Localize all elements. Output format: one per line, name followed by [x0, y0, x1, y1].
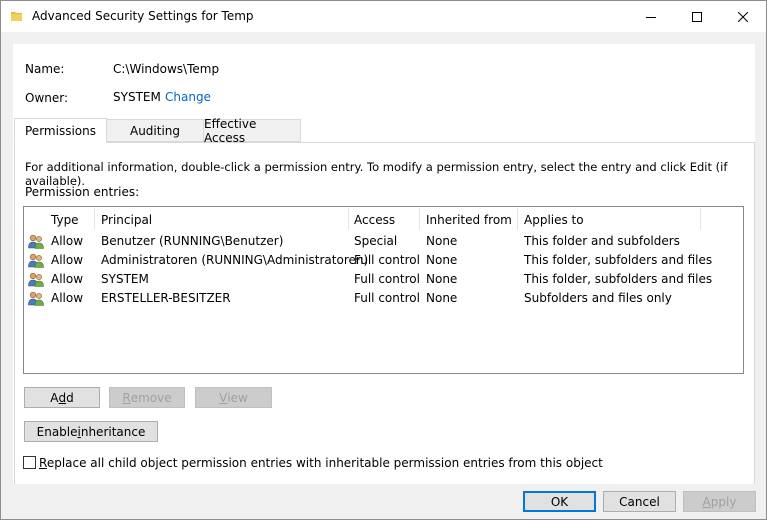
column-separator[interactable]	[348, 208, 349, 230]
row-access: Full control	[354, 272, 420, 286]
folder-icon	[11, 12, 22, 21]
column-separator[interactable]	[700, 208, 701, 230]
row-applies-to: Subfolders and files only	[524, 291, 672, 305]
row-applies-to: This folder, subfolders and files	[524, 272, 713, 286]
remove-button[interactable]: Remove	[109, 387, 185, 408]
minimize-icon	[646, 16, 656, 18]
column-access-header[interactable]: Access	[354, 213, 395, 227]
close-button[interactable]	[720, 1, 766, 32]
row-inherited-from: None	[426, 253, 458, 267]
column-inherited-header[interactable]: Inherited from	[426, 213, 512, 227]
change-owner-link[interactable]: Change	[165, 90, 211, 104]
enable-inheritance-button[interactable]: Enable i nheritance	[24, 421, 158, 442]
row-access: Full control	[354, 291, 420, 305]
owner-label: Owner:	[25, 91, 69, 105]
row-type: Allow	[51, 291, 84, 305]
row-type: Allow	[51, 234, 84, 248]
permission-row[interactable]: Allow SYSTEM Full control None This fold…	[24, 270, 743, 289]
users-icon	[28, 234, 44, 249]
users-icon	[28, 272, 44, 287]
row-access: Full control	[354, 253, 420, 267]
permission-row[interactable]: Allow Benutzer (RUNNING\Benutzer) Specia…	[24, 232, 743, 251]
owner-value: SYSTEM	[113, 90, 161, 104]
cancel-button[interactable]: Cancel	[603, 491, 676, 512]
column-principal-header[interactable]: Principal	[101, 213, 152, 227]
tab-auditing[interactable]: Auditing	[106, 119, 204, 142]
apply-button[interactable]: Apply	[683, 491, 756, 512]
row-principal: SYSTEM	[101, 272, 149, 286]
row-inherited-from: None	[426, 234, 458, 248]
name-value: C:\Windows\Temp	[113, 62, 220, 76]
row-type: Allow	[51, 253, 84, 267]
column-type-header[interactable]: Type	[51, 213, 79, 227]
row-applies-to: This folder, subfolders and files	[524, 253, 713, 267]
minimize-button[interactable]	[628, 1, 674, 32]
add-button[interactable]: Add	[24, 387, 100, 408]
row-inherited-from: None	[426, 291, 458, 305]
column-applies-header[interactable]: Applies to	[524, 213, 584, 227]
row-type: Allow	[51, 272, 84, 286]
ok-button[interactable]: OK	[523, 491, 596, 512]
permission-entries-label: Permission entries:	[25, 185, 140, 199]
maximize-button[interactable]	[674, 1, 720, 32]
replace-child-permissions-label[interactable]: Replace all child object permission entr…	[39, 456, 603, 470]
view-button[interactable]: View	[195, 387, 272, 408]
column-separator[interactable]	[94, 208, 95, 230]
column-separator[interactable]	[419, 208, 420, 230]
users-icon	[28, 253, 44, 268]
row-principal: Benutzer (RUNNING\Benutzer)	[101, 234, 284, 248]
row-inherited-from: None	[426, 272, 458, 286]
info-text: For additional information, double-click…	[25, 160, 728, 188]
maximize-icon	[692, 11, 702, 22]
row-principal: ERSTELLER-BESITZER	[101, 291, 231, 305]
permission-row[interactable]: Allow Administratoren (RUNNING\Administr…	[24, 251, 743, 270]
row-access: Special	[354, 234, 398, 248]
row-applies-to: This folder and subfolders	[524, 234, 680, 248]
column-separator[interactable]	[517, 208, 518, 230]
security-settings-window: Advanced Security Settings for Temp Name…	[0, 0, 767, 520]
users-icon	[28, 291, 44, 306]
name-label: Name:	[25, 62, 65, 76]
close-icon	[738, 11, 748, 22]
tab-effective-access[interactable]: Effective Access	[203, 117, 301, 145]
window-title: Advanced Security Settings for Temp	[32, 9, 254, 23]
permission-row[interactable]: Allow ERSTELLER-BESITZER Full control No…	[24, 289, 743, 308]
row-principal: Administratoren (RUNNING\Administratoren…	[101, 253, 369, 267]
replace-child-permissions-checkbox[interactable]	[23, 456, 36, 469]
tab-permissions[interactable]: Permissions	[14, 118, 107, 143]
title-bar[interactable]: Advanced Security Settings for Temp	[1, 1, 766, 32]
